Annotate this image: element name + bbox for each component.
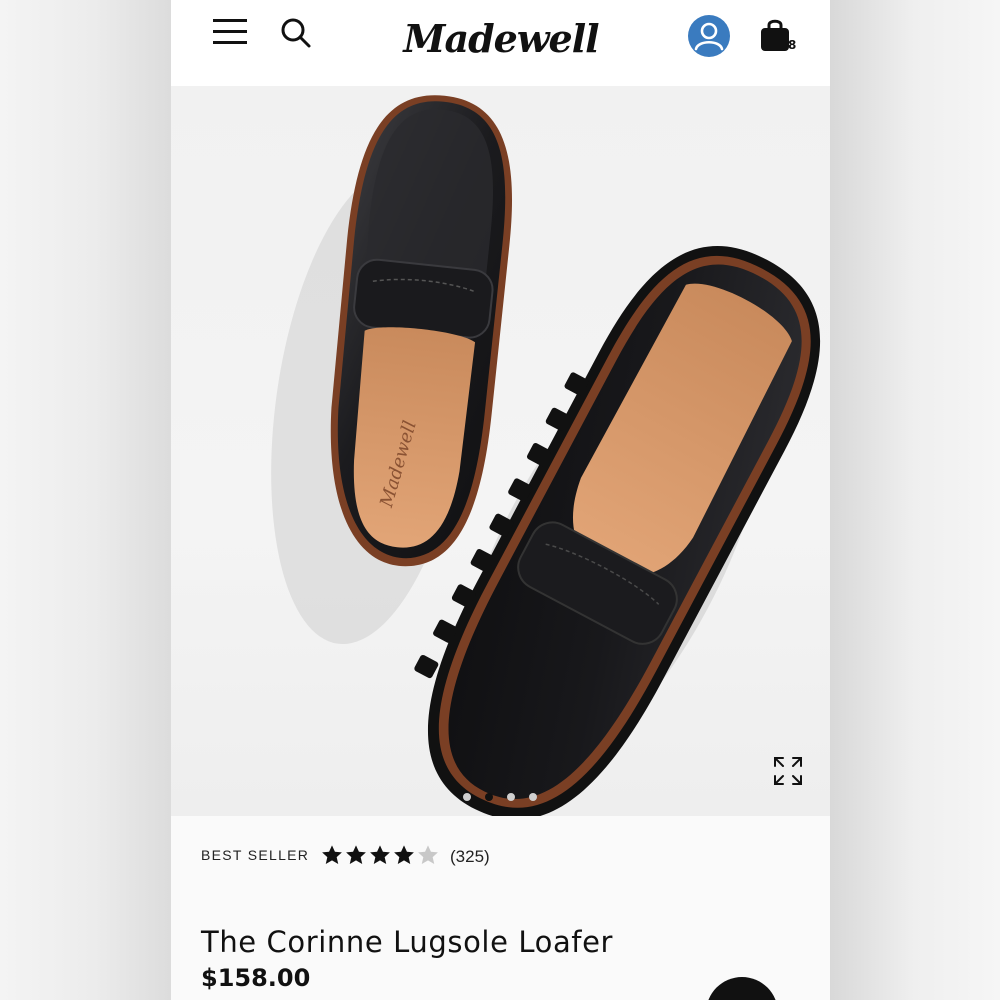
- site-header: Madewell 8: [171, 0, 830, 86]
- hamburger-menu-icon[interactable]: [211, 16, 249, 48]
- star-filled-icon: [370, 845, 390, 864]
- madewell-logo[interactable]: Madewell: [401, 8, 601, 68]
- product-price: $158.00: [201, 964, 311, 992]
- carousel-dot[interactable]: [529, 793, 537, 801]
- product-title: The Corinne Lugsole Loafer: [201, 925, 614, 960]
- right-blur-backdrop: [829, 0, 1000, 1000]
- carousel-dot-active[interactable]: [485, 793, 493, 801]
- best-seller-badge: BEST SELLER: [201, 847, 310, 863]
- search-icon[interactable]: [279, 16, 313, 50]
- mobile-page: Madewell 8 Madewell BEST SELLER (325) Th…: [171, 0, 830, 1000]
- expand-icon[interactable]: [771, 754, 805, 788]
- star-empty-icon: [418, 845, 438, 864]
- review-count-link[interactable]: (325): [450, 847, 490, 867]
- product-image-gallery[interactable]: Madewell: [171, 86, 830, 816]
- product-info: BEST SELLER (325) The Corinne Lugsole Lo…: [171, 816, 830, 1000]
- product-image[interactable]: Madewell: [171, 86, 830, 816]
- star-filled-icon: [322, 845, 342, 864]
- carousel-pagination: [463, 793, 537, 801]
- rating-stars[interactable]: [321, 844, 439, 866]
- star-filled-icon: [346, 845, 366, 864]
- star-filled-icon: [394, 845, 414, 864]
- left-blur-backdrop: [0, 0, 171, 1000]
- carousel-dot[interactable]: [463, 793, 471, 801]
- account-icon[interactable]: [687, 14, 731, 58]
- bag-count-badge: 8: [788, 38, 797, 52]
- carousel-dot[interactable]: [507, 793, 515, 801]
